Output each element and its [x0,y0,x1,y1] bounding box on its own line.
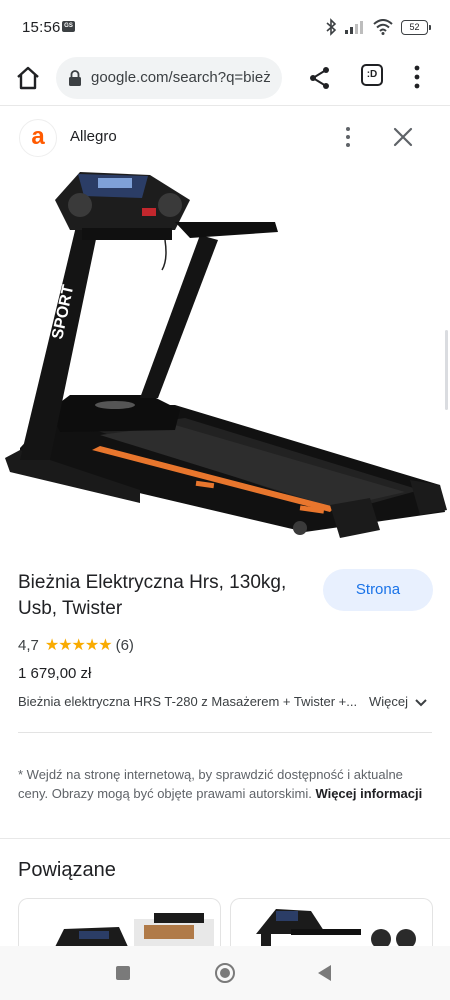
status-icons: 52 [325,17,431,37]
section-divider [0,838,450,839]
allegro-logo: a [19,119,57,157]
status-time: 15:56 [22,19,61,36]
product-title[interactable]: Bieżnia Elektryczna Hrs, 130kg, Usb, Twi… [18,570,308,622]
home-nav-icon[interactable] [215,963,235,983]
disclaimer-more-link[interactable]: Więcej informacji [315,786,422,801]
system-nav-bar [0,946,450,1000]
more-options-icon[interactable] [340,124,356,150]
review-count: (6) [115,636,134,654]
source-name: Allegro [70,128,117,145]
result-source-header: a Allegro [0,107,450,167]
lock-icon [69,70,81,86]
tabs-button[interactable]: :D [361,64,383,86]
related-item-image [54,913,214,948]
related-item-image [256,909,416,948]
bluetooth-icon [326,18,337,36]
url-text: google.com/search?q=bież [91,69,271,86]
related-heading: Powiązane [18,859,116,881]
wifi-icon [373,19,393,35]
status-bar: 15:56 GS 52 [0,0,450,52]
carrier-icon: GS [62,21,75,32]
divider [18,732,432,733]
product-image[interactable]: SPORT [0,160,450,555]
disclaimer: * Wejdź na stronę internetową, by sprawd… [18,765,432,803]
product-price: 1 679,00 zł [18,665,92,682]
star-rating-icon: ★★★★★ [44,637,113,654]
browser-toolbar: google.com/search?q=bież :D [0,52,450,106]
rating-row: 4,7 ★★★★★ (6) [18,635,134,655]
share-icon[interactable] [306,64,334,92]
address-bar[interactable]: google.com/search?q=bież [56,57,282,99]
signal-icon [345,21,363,34]
home-icon[interactable] [14,64,42,92]
close-icon[interactable] [392,126,414,148]
scrollbar[interactable] [445,330,448,410]
menu-icon[interactable] [406,62,428,92]
chevron-down-icon[interactable] [414,697,428,709]
back-icon[interactable] [318,965,331,981]
battery-icon: 52 [401,19,431,35]
description-more-link[interactable]: Więcej [369,694,408,709]
recents-icon[interactable] [116,966,130,980]
related-item-card[interactable] [230,898,433,948]
related-item-card[interactable] [18,898,221,948]
rating-value: 4,7 [18,636,39,654]
visit-site-button[interactable]: Strona [323,569,433,611]
